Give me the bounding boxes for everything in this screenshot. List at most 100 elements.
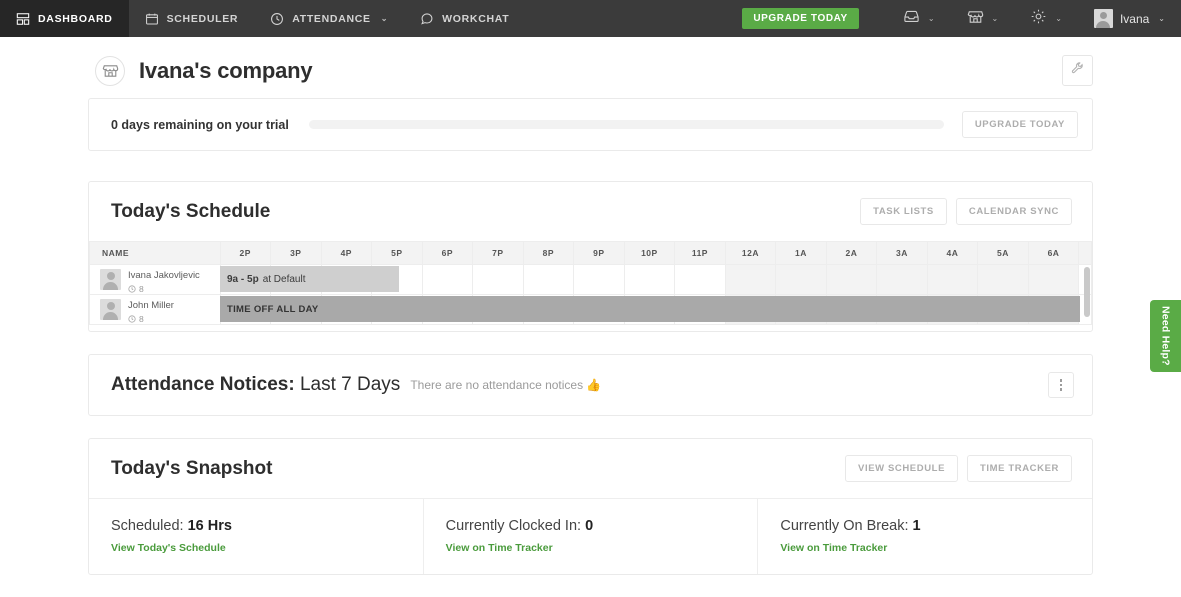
- schedule-cell[interactable]: [623, 264, 676, 295]
- schedule-col-2A: 2A: [825, 241, 878, 265]
- time-tracker-button[interactable]: TIME TRACKER: [967, 455, 1072, 482]
- company-settings-button[interactable]: [1062, 55, 1093, 86]
- trial-status-text: 0 days remaining on your trial: [111, 117, 289, 132]
- page-header: Ivana's company: [95, 37, 1093, 98]
- store-icon: [95, 55, 125, 86]
- schedule-col-3P: 3P: [270, 241, 322, 265]
- calendar-sync-button[interactable]: CALENDAR SYNC: [955, 198, 1072, 225]
- chat-icon: [420, 12, 434, 26]
- schedule-col-2P: 2P: [219, 241, 272, 265]
- view-schedule-button[interactable]: VIEW SCHEDULE: [845, 455, 959, 482]
- nav-item-attendance[interactable]: ATTENDANCE ⌄: [254, 0, 404, 37]
- schedule-cell[interactable]: [876, 264, 928, 295]
- calendar-icon: [145, 12, 159, 26]
- employee-hours: 8: [128, 284, 200, 294]
- schedule-table-head: NAME 2P 3P 4P 5P 6P 7P 8P 9P 10P 11P 12A 1A 2A 3A 4A 5A 6…: [89, 241, 1092, 265]
- schedule-row-person: Ivana Jakovljevic 8: [89, 264, 221, 295]
- top-navigation-bar: DASHBOARD SCHEDULER ATTENDANCE ⌄ WORKCHA…: [0, 0, 1181, 37]
- chevron-down-icon: ⌄: [927, 14, 935, 23]
- trial-banner-card: 0 days remaining on your trial UPGRADE T…: [88, 98, 1093, 151]
- schedule-col-8P: 8P: [522, 241, 575, 265]
- snapshot-stat-value: 1: [912, 518, 921, 534]
- chevron-down-icon: ⌄: [380, 14, 389, 23]
- inbox-menu-button[interactable]: ⌄: [887, 8, 951, 30]
- snapshot-stat: Scheduled: 16 Hrs View Today's Schedule: [89, 499, 423, 574]
- schedule-col-6A: 6A: [1027, 241, 1080, 265]
- schedule-col-4A: 4A: [926, 241, 979, 265]
- avatar: [100, 269, 121, 290]
- nav-item-label: DASHBOARD: [38, 12, 113, 25]
- schedule-actions: TASK LISTS CALENDAR SYNC: [860, 198, 1072, 225]
- schedule-col-5A: 5A: [977, 241, 1029, 265]
- store-menu-button[interactable]: ⌄: [951, 8, 1015, 30]
- clock-icon: [128, 315, 136, 323]
- shift-bar[interactable]: 9a - 5p at Default: [220, 266, 399, 292]
- schedule-title: Today's Schedule: [111, 200, 271, 222]
- trial-banner: 0 days remaining on your trial UPGRADE T…: [89, 99, 1092, 150]
- store-icon: [967, 8, 984, 30]
- attendance-title-range: Last 7 Days: [299, 374, 401, 395]
- nav-primary-items: DASHBOARD SCHEDULER ATTENDANCE ⌄ WORKCHA…: [0, 0, 525, 37]
- schedule-col-9P: 9P: [573, 241, 625, 265]
- chevron-down-icon: ⌄: [1158, 14, 1165, 23]
- schedule-col-4P: 4P: [320, 241, 373, 265]
- snapshot-stat-link[interactable]: View on Time Tracker: [780, 542, 887, 554]
- snapshot-stat-value: 0: [585, 518, 594, 534]
- upgrade-today-button[interactable]: UPGRADE TODAY: [742, 8, 859, 29]
- attendance-notices-card: Attendance Notices: Last 7 Days There ar…: [88, 354, 1093, 416]
- schedule-col-5P: 5P: [371, 241, 423, 265]
- trial-upgrade-button[interactable]: UPGRADE TODAY: [961, 111, 1078, 138]
- snapshot-stat-link[interactable]: View Today's Schedule: [111, 542, 226, 554]
- schedule-cell[interactable]: [573, 264, 625, 295]
- task-lists-button[interactable]: TASK LISTS: [860, 198, 947, 225]
- snapshot-stats: Scheduled: 16 Hrs View Today's Schedule Cu…: [89, 498, 1092, 574]
- nav-item-dashboard[interactable]: DASHBOARD: [0, 0, 129, 37]
- nav-item-scheduler[interactable]: SCHEDULER: [129, 0, 255, 37]
- schedule-cell[interactable]: [977, 264, 1029, 295]
- inbox-icon: [903, 8, 920, 30]
- snapshot-card-header: Today's Snapshot VIEW SCHEDULE TIME TRAC…: [89, 439, 1092, 498]
- user-menu-button[interactable]: Ivana ⌄: [1078, 9, 1171, 28]
- gear-icon: [1030, 8, 1047, 30]
- schedule-col-3A: 3A: [876, 241, 928, 265]
- snapshot-stat-label: Currently Clocked In: 0: [445, 518, 594, 534]
- settings-menu-button[interactable]: ⌄: [1014, 8, 1078, 30]
- attendance-menu-button[interactable]: [1048, 372, 1074, 398]
- schedule-col-1A: 1A: [775, 241, 827, 265]
- need-help-tab[interactable]: Need Help?: [1150, 300, 1181, 372]
- page-content: Ivana's company 0 days remaining on your…: [0, 37, 1181, 597]
- nav-item-label: WORKCHAT: [442, 12, 510, 25]
- schedule-scroll-gutter: [1078, 241, 1092, 265]
- trial-progress-bar: [308, 120, 944, 129]
- schedule-col-12A: 12A: [724, 241, 777, 265]
- snapshot-stat-label: Scheduled: 16 Hrs: [111, 518, 232, 534]
- schedule-cell[interactable]: [724, 264, 777, 295]
- schedule-cell[interactable]: [775, 264, 827, 295]
- dashboard-icon: [16, 12, 30, 26]
- schedule-header-row: NAME 2P 3P 4P 5P 6P 7P 8P 9P 10P 11P 12A 1A 2A 3A 4A 5A 6…: [89, 241, 1092, 265]
- shift-time-range: 9a - 5p: [227, 273, 259, 285]
- kebab-menu-icon: [1059, 379, 1063, 382]
- schedule-cell[interactable]: [421, 264, 474, 295]
- need-help-label: Need Help?: [1159, 306, 1172, 366]
- schedule-cell[interactable]: [926, 264, 979, 295]
- schedule-cell[interactable]: [825, 264, 878, 295]
- snapshot-stat-link[interactable]: View on Time Tracker: [446, 542, 553, 554]
- schedule-cell[interactable]: [674, 264, 726, 295]
- attendance-header: Attendance Notices: Last 7 Days There ar…: [89, 355, 1092, 415]
- avatar: [100, 299, 121, 320]
- time-off-bar[interactable]: TIME OFF ALL DAY: [220, 296, 1080, 322]
- schedule-cell[interactable]: [472, 264, 524, 295]
- schedule-vertical-scrollbar[interactable]: [1084, 267, 1090, 317]
- schedule-cell[interactable]: [522, 264, 575, 295]
- wrench-icon: [1071, 61, 1085, 80]
- page-title: Ivana's company: [139, 57, 313, 83]
- snapshot-stat-value: 16 Hrs: [187, 518, 232, 534]
- kebab-menu-icon: [1059, 388, 1063, 391]
- schedule-cell[interactable]: [1027, 264, 1080, 295]
- chevron-down-icon: ⌄: [1055, 14, 1062, 23]
- nav-item-workchat[interactable]: WORKCHAT: [404, 0, 525, 37]
- schedule-col-10P: 10P: [623, 241, 676, 265]
- kebab-menu-icon: [1059, 383, 1063, 387]
- user-name-label: Ivana: [1119, 11, 1150, 26]
